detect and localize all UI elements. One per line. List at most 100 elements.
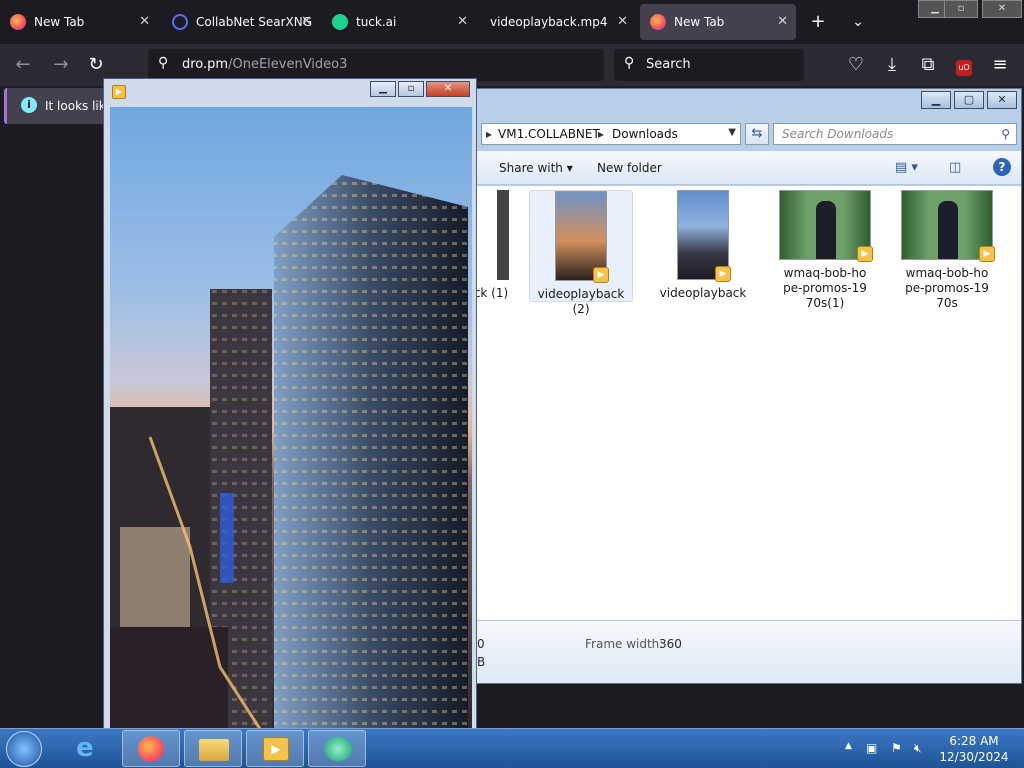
video-play-icon: ▶ bbox=[979, 246, 995, 262]
url-host: dro.pm bbox=[182, 57, 229, 72]
address-bar[interactable]: ▸ VM1.COLLABNET ▸ Downloads ▼ bbox=[481, 123, 741, 145]
file-item[interactable]: ▶ wmaq-bob-hope-promos-1970s bbox=[895, 190, 999, 311]
search-placeholder: Search Downloads bbox=[782, 127, 894, 141]
system-clock[interactable]: 6:28 AM 12/30/2024 bbox=[938, 733, 1010, 765]
pocket-icon[interactable]: ♡ bbox=[845, 54, 867, 76]
taskbar-app[interactable] bbox=[308, 730, 366, 767]
city-skyline-video-image bbox=[110, 175, 468, 729]
close-tab-icon[interactable]: ✕ bbox=[777, 14, 788, 29]
network-icon[interactable]: ▣ bbox=[866, 741, 877, 755]
explorer-close-button[interactable]: ✕ bbox=[987, 91, 1017, 109]
search-downloads-input[interactable]: Search Downloads ⚲ bbox=[773, 123, 1017, 145]
notification-bar: i It looks like bbox=[4, 88, 113, 124]
action-center-flag-icon[interactable]: ⚑ bbox=[891, 741, 902, 755]
search-bar[interactable]: ⚲ Search bbox=[614, 49, 804, 81]
maximize-button[interactable]: ▫ bbox=[944, 0, 978, 18]
preview-pane-icon[interactable]: ◫ bbox=[949, 160, 961, 175]
tab-new-tab-1[interactable]: New Tab ✕ bbox=[0, 4, 158, 40]
explorer-minimize-button[interactable]: ▁ bbox=[921, 91, 951, 109]
taskbar-file-explorer[interactable] bbox=[184, 730, 242, 767]
file-item[interactable]: ck (1) bbox=[471, 190, 511, 301]
explorer-maximize-button[interactable]: ▢ bbox=[954, 91, 984, 109]
search-icon: ⚲ bbox=[158, 55, 169, 71]
file-list: ck (1) ▶ videoplayback (2) ▶ videoplayba… bbox=[474, 186, 1021, 620]
video-thumbnail: ▶ bbox=[779, 190, 873, 262]
address-dropdown-icon[interactable]: ▼ bbox=[728, 127, 736, 138]
clock-time: 6:28 AM bbox=[949, 734, 999, 748]
extensions-icon[interactable]: ⧉ bbox=[917, 54, 939, 76]
ublock-icon[interactable]: uO bbox=[953, 54, 975, 76]
tuck-icon bbox=[332, 14, 348, 30]
taskbar-firefox[interactable] bbox=[122, 730, 180, 767]
new-folder-button[interactable]: New folder bbox=[597, 161, 662, 175]
back-arrow-icon[interactable]: ← bbox=[12, 54, 34, 76]
file-item[interactable]: ▶ videoplayback bbox=[651, 190, 755, 301]
details-value: 0 bbox=[477, 637, 485, 651]
tab-tuck[interactable]: tuck.ai ✕ bbox=[322, 4, 476, 40]
info-icon: i bbox=[21, 97, 37, 113]
firefox-icon bbox=[650, 14, 666, 30]
player-close-button[interactable]: ✕ bbox=[426, 81, 470, 97]
clock-date: 12/30/2024 bbox=[939, 750, 1009, 764]
chat-app-icon bbox=[324, 737, 352, 761]
details-pane: 0 B Frame width: 360 bbox=[477, 620, 1021, 683]
video-frame[interactable] bbox=[110, 107, 472, 729]
internet-explorer-icon: e bbox=[76, 733, 94, 763]
view-options-icon[interactable]: ▤ ▾ bbox=[895, 160, 918, 175]
menu-icon[interactable]: ≡ bbox=[989, 54, 1011, 76]
search-icon: ⚲ bbox=[1001, 127, 1010, 141]
breadcrumb-arrow-icon: ▸ bbox=[486, 127, 493, 141]
tab-videoplayback[interactable]: videoplayback.mp4 ✕ bbox=[480, 4, 636, 40]
player-minimize-button[interactable]: ▁ bbox=[370, 81, 396, 97]
explorer-toolbar: Share with ▾ New folder ▤ ▾ ◫ ? bbox=[477, 151, 1021, 185]
person-figure bbox=[816, 201, 836, 259]
file-item[interactable]: ▶ wmaq-bob-hope-promos-1970s(1) bbox=[773, 190, 877, 311]
url-path: /OneElevenVideo3 bbox=[228, 57, 348, 72]
search-label: Search bbox=[646, 57, 691, 72]
close-button[interactable]: ✕ bbox=[982, 0, 1022, 18]
search-icon: ⚲ bbox=[624, 55, 635, 71]
close-tab-icon[interactable]: ✕ bbox=[301, 14, 312, 29]
download-icon[interactable]: ⤓ bbox=[881, 54, 903, 76]
reload-icon[interactable]: ↻ bbox=[85, 54, 107, 76]
frame-width-value: 360 bbox=[659, 637, 682, 651]
breadcrumb-computer[interactable]: VM1.COLLABNET bbox=[498, 127, 600, 141]
close-tab-icon[interactable]: ✕ bbox=[617, 14, 628, 29]
person-figure bbox=[938, 201, 958, 259]
firefox-icon bbox=[10, 14, 26, 30]
video-play-icon: ▶ bbox=[715, 266, 731, 282]
file-item-selected[interactable]: ▶ videoplayback (2) bbox=[529, 190, 633, 316]
firefox-icon bbox=[138, 736, 164, 762]
video-thumbnail bbox=[497, 190, 509, 280]
folder-icon bbox=[199, 739, 229, 761]
breadcrumb-arrow-icon: ▸ bbox=[598, 127, 605, 141]
frame-width-label: Frame width: bbox=[585, 637, 664, 651]
taskbar-internet-explorer[interactable]: e bbox=[62, 730, 120, 767]
video-play-icon: ▶ bbox=[857, 246, 873, 262]
start-button[interactable] bbox=[6, 731, 42, 767]
forward-arrow-icon[interactable]: → bbox=[50, 54, 72, 76]
close-tab-icon[interactable]: ✕ bbox=[457, 14, 468, 29]
show-hidden-icons-icon[interactable]: ▲ bbox=[845, 741, 852, 751]
list-tabs-chevron-icon[interactable]: ⌄ bbox=[844, 8, 872, 36]
url-bar[interactable]: ⚲ dro.pm/OneElevenVideo3 bbox=[148, 49, 604, 81]
close-tab-icon[interactable]: ✕ bbox=[139, 14, 150, 29]
refresh-button[interactable]: ⇆ bbox=[745, 123, 769, 145]
media-player-icon: ▶ bbox=[263, 737, 289, 761]
video-thumbnail: ▶ bbox=[677, 190, 731, 282]
volume-muted-icon[interactable]: 🔇︎ bbox=[914, 741, 922, 756]
share-with-button[interactable]: Share with ▾ bbox=[499, 161, 573, 175]
new-tab-button[interactable]: + bbox=[804, 8, 832, 36]
browser-tab-bar: New Tab ✕ CollabNet SearXNG ✕ tuck.ai ✕ … bbox=[0, 0, 1024, 44]
tab-searxng[interactable]: CollabNet SearXNG ✕ bbox=[162, 4, 320, 40]
explorer-window: ▁ ▢ ✕ ▸ VM1.COLLABNET ▸ Downloads ▼ ⇆ Se… bbox=[474, 88, 1022, 684]
media-player-window: ▶ ▁ ▫ ✕ bbox=[103, 78, 477, 730]
player-maximize-button[interactable]: ▫ bbox=[398, 81, 424, 97]
breadcrumb-downloads[interactable]: Downloads bbox=[612, 127, 678, 141]
video-play-icon: ▶ bbox=[593, 267, 609, 283]
help-icon[interactable]: ? bbox=[993, 158, 1011, 176]
taskbar-media-player[interactable]: ▶ bbox=[246, 730, 304, 767]
details-value: B bbox=[477, 655, 486, 669]
windows-taskbar: e ▶ ▲ ▣ ⚑ 🔇︎ 6:28 AM 12/30/2024 bbox=[0, 728, 1024, 768]
tab-new-tab-active[interactable]: New Tab ✕ bbox=[640, 4, 796, 40]
